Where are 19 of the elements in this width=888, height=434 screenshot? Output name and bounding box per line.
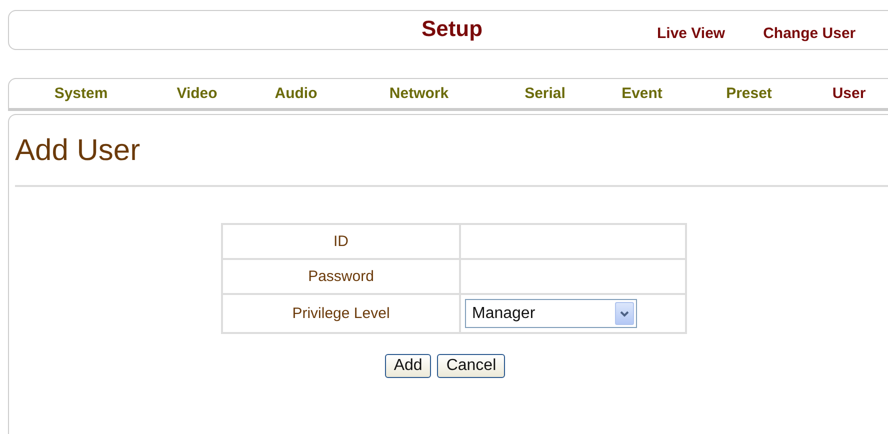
page-header-title: Setup bbox=[421, 16, 483, 42]
nav-tab[interactable]: Event bbox=[622, 85, 662, 102]
form-button[interactable]: Add bbox=[384, 354, 432, 378]
header-link[interactable]: Live View bbox=[657, 24, 726, 42]
field-label: Password bbox=[222, 259, 460, 294]
nav-tab[interactable]: Network bbox=[389, 85, 449, 102]
page-title: Add User bbox=[15, 133, 142, 169]
nav-tab[interactable]: User bbox=[832, 85, 866, 102]
header-link[interactable]: Change User bbox=[763, 24, 856, 42]
nav-tab[interactable]: System bbox=[54, 85, 108, 102]
nav-tab[interactable]: Audio bbox=[274, 85, 318, 102]
privilege-select[interactable]: Manager bbox=[465, 299, 637, 328]
field-label: Privilege Level bbox=[222, 294, 460, 333]
nav-tab[interactable]: Serial bbox=[524, 85, 566, 102]
nav-tab[interactable]: Video bbox=[176, 85, 218, 102]
caret-icon bbox=[615, 302, 634, 325]
nav-tab[interactable]: Preset bbox=[726, 85, 772, 102]
form-button[interactable]: Cancel bbox=[437, 354, 506, 378]
field-label: ID bbox=[222, 224, 460, 259]
